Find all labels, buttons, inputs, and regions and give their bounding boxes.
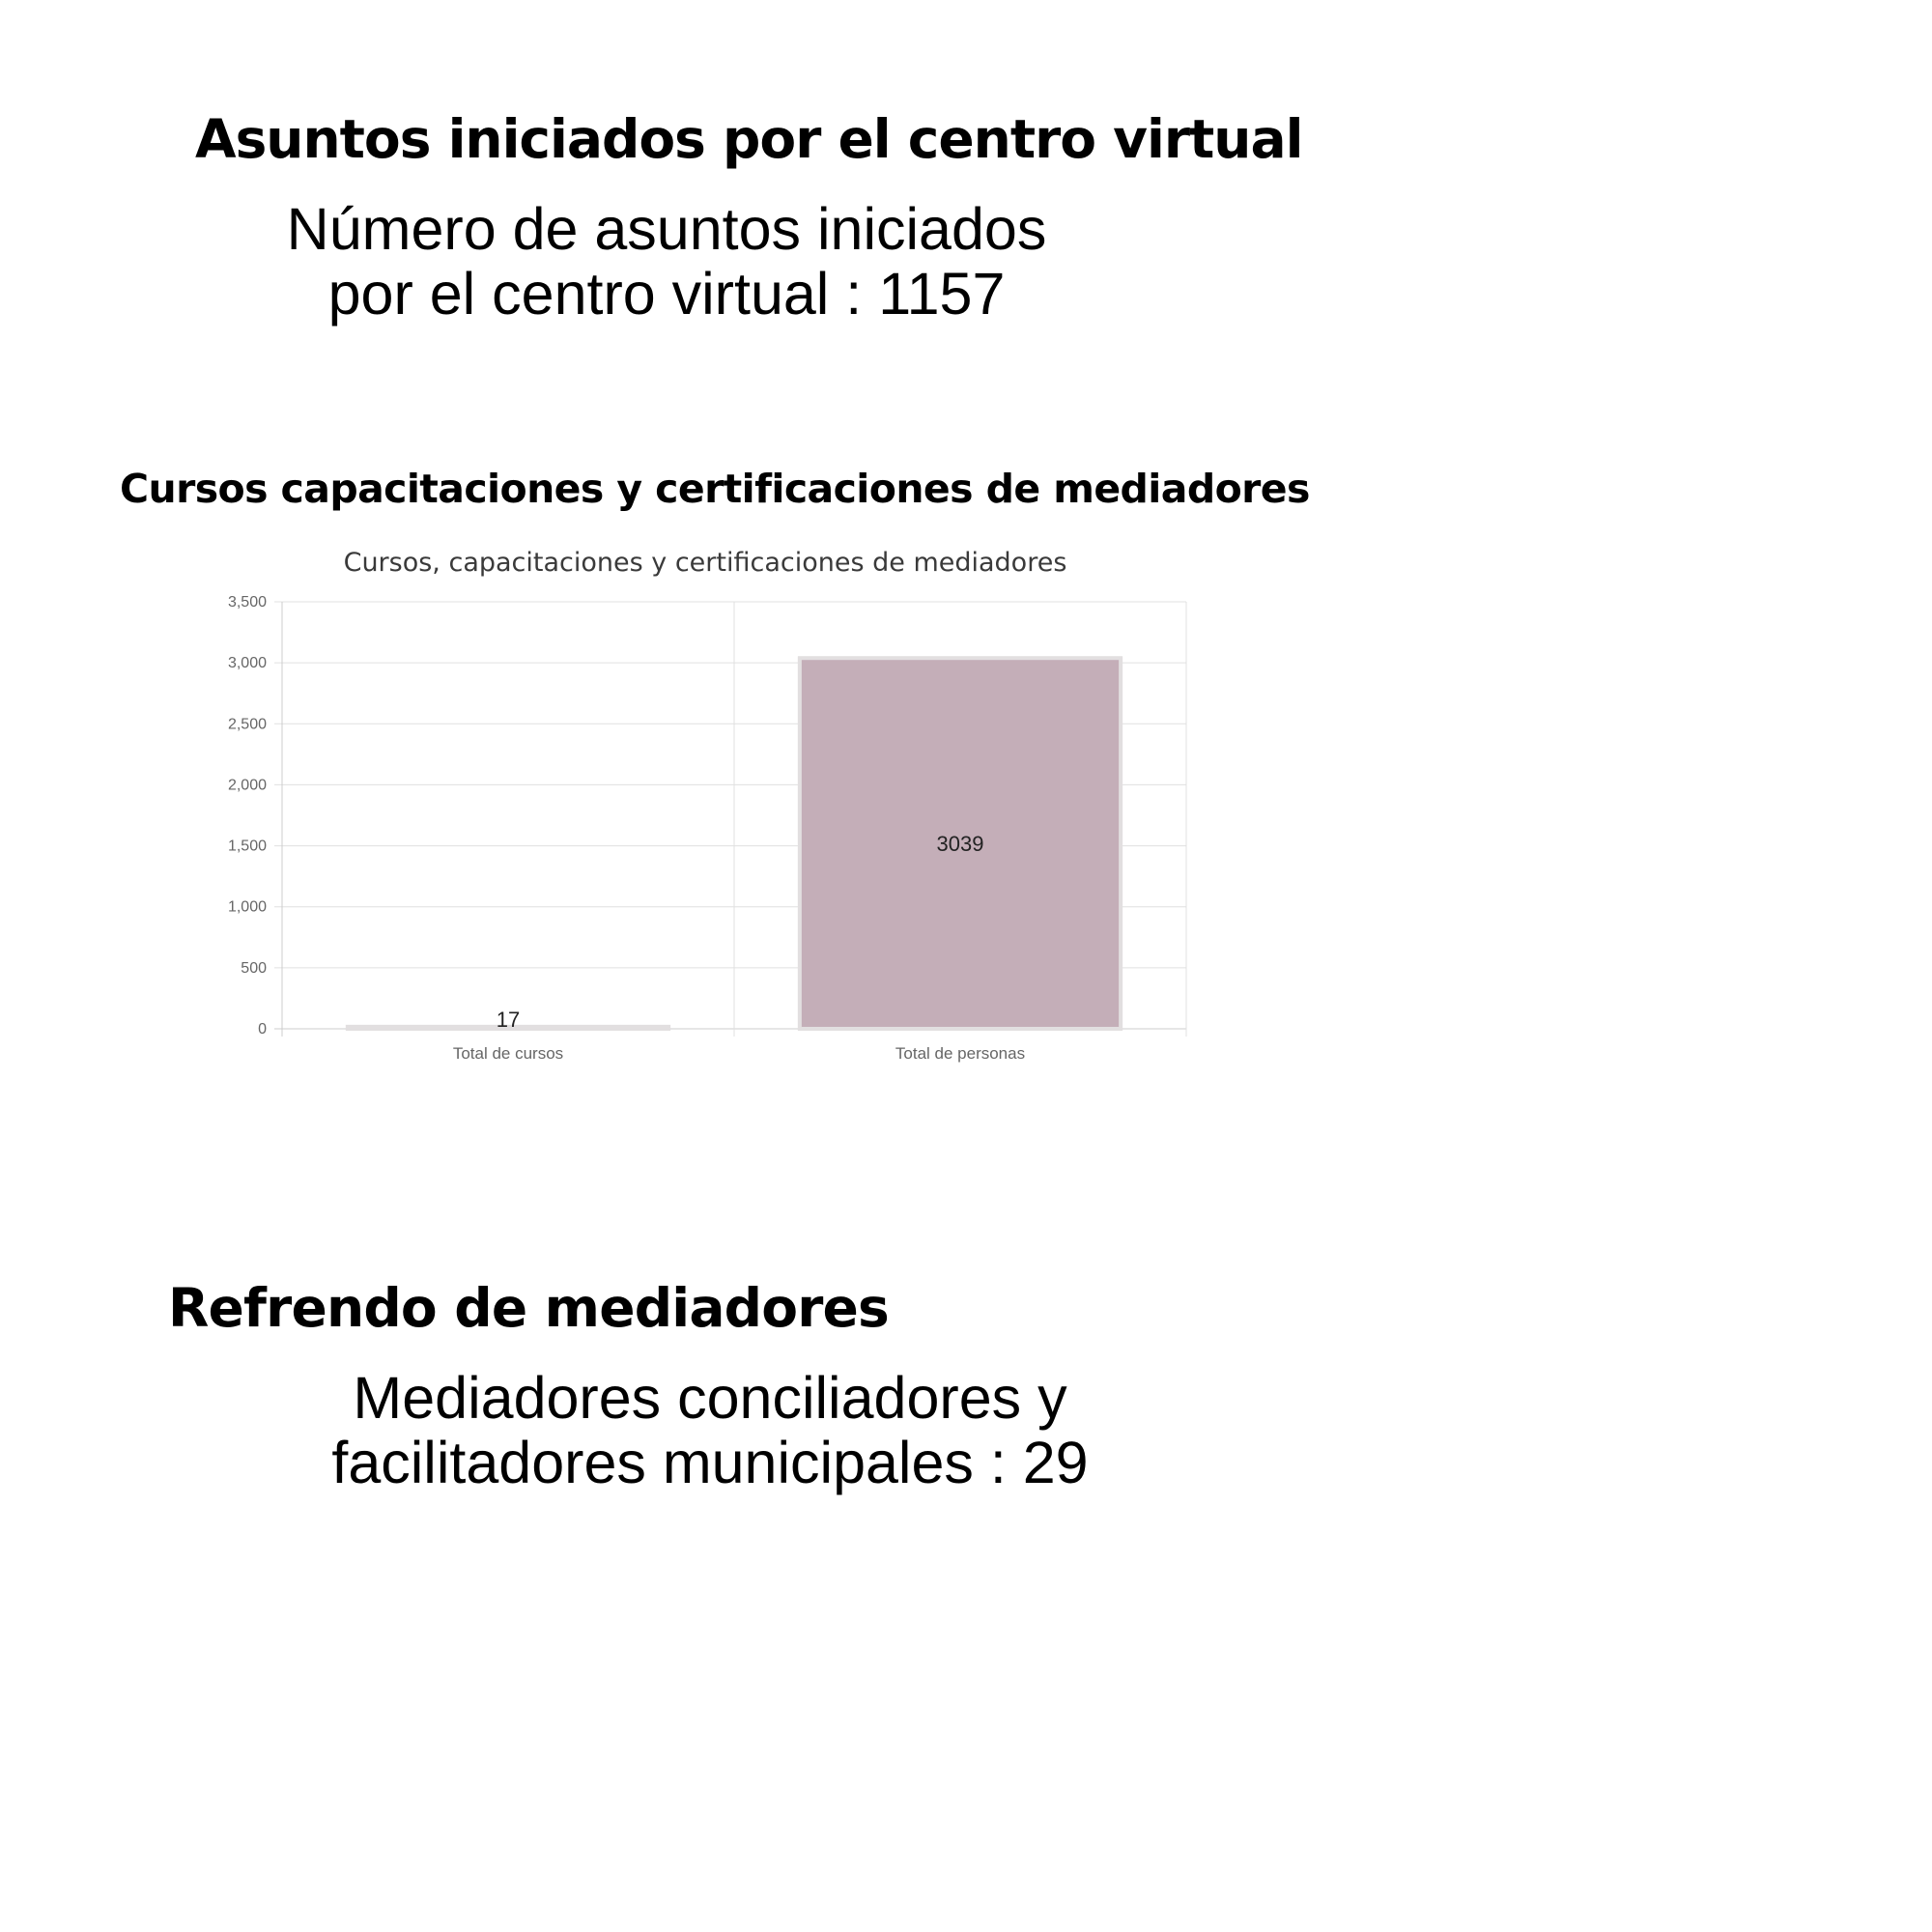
refrendo-count-line-1: Mediadores conciliadores y bbox=[353, 1365, 1067, 1431]
y-tick-label: 1,000 bbox=[228, 899, 267, 916]
asuntos-count-line-1: Número de asuntos iniciados bbox=[286, 196, 1047, 262]
y-tick-label: 2,000 bbox=[228, 777, 267, 793]
cursos-bar-chart: Cursos, capacitaciones y certificaciones… bbox=[193, 536, 1217, 1077]
chart-canvas: Cursos, capacitaciones y certificaciones… bbox=[228, 548, 1187, 1063]
bar-value-label: 17 bbox=[497, 1008, 520, 1032]
refrendo-count-line-2: facilitadores municipales : 29 bbox=[331, 1430, 1089, 1495]
y-tick-label: 3,000 bbox=[228, 655, 267, 671]
asuntos-count-text: Número de asuntos iniciados por el centr… bbox=[232, 197, 1101, 327]
bar-value-label: 3039 bbox=[937, 832, 984, 856]
x-category-label: Total de cursos bbox=[453, 1044, 563, 1063]
y-tick-label: 3,500 bbox=[228, 594, 267, 611]
section-heading-cursos: Cursos capacitaciones y certificaciones … bbox=[120, 466, 1310, 512]
y-tick-label: 1,500 bbox=[228, 838, 267, 855]
y-tick-label: 500 bbox=[241, 960, 267, 977]
chart-title: Cursos, capacitaciones y certificaciones… bbox=[344, 548, 1067, 578]
x-category-label: Total de personas bbox=[895, 1044, 1025, 1063]
section-heading-refrendo: Refrendo de mediadores bbox=[168, 1277, 890, 1339]
asuntos-count-line-2: por el centro virtual : 1157 bbox=[327, 261, 1006, 327]
refrendo-count-text: Mediadores conciliadores y facilitadores… bbox=[275, 1366, 1145, 1495]
y-tick-label: 2,500 bbox=[228, 716, 267, 732]
section-heading-asuntos: Asuntos iniciados por el centro virtual bbox=[195, 108, 1303, 170]
y-tick-label: 0 bbox=[258, 1021, 267, 1037]
